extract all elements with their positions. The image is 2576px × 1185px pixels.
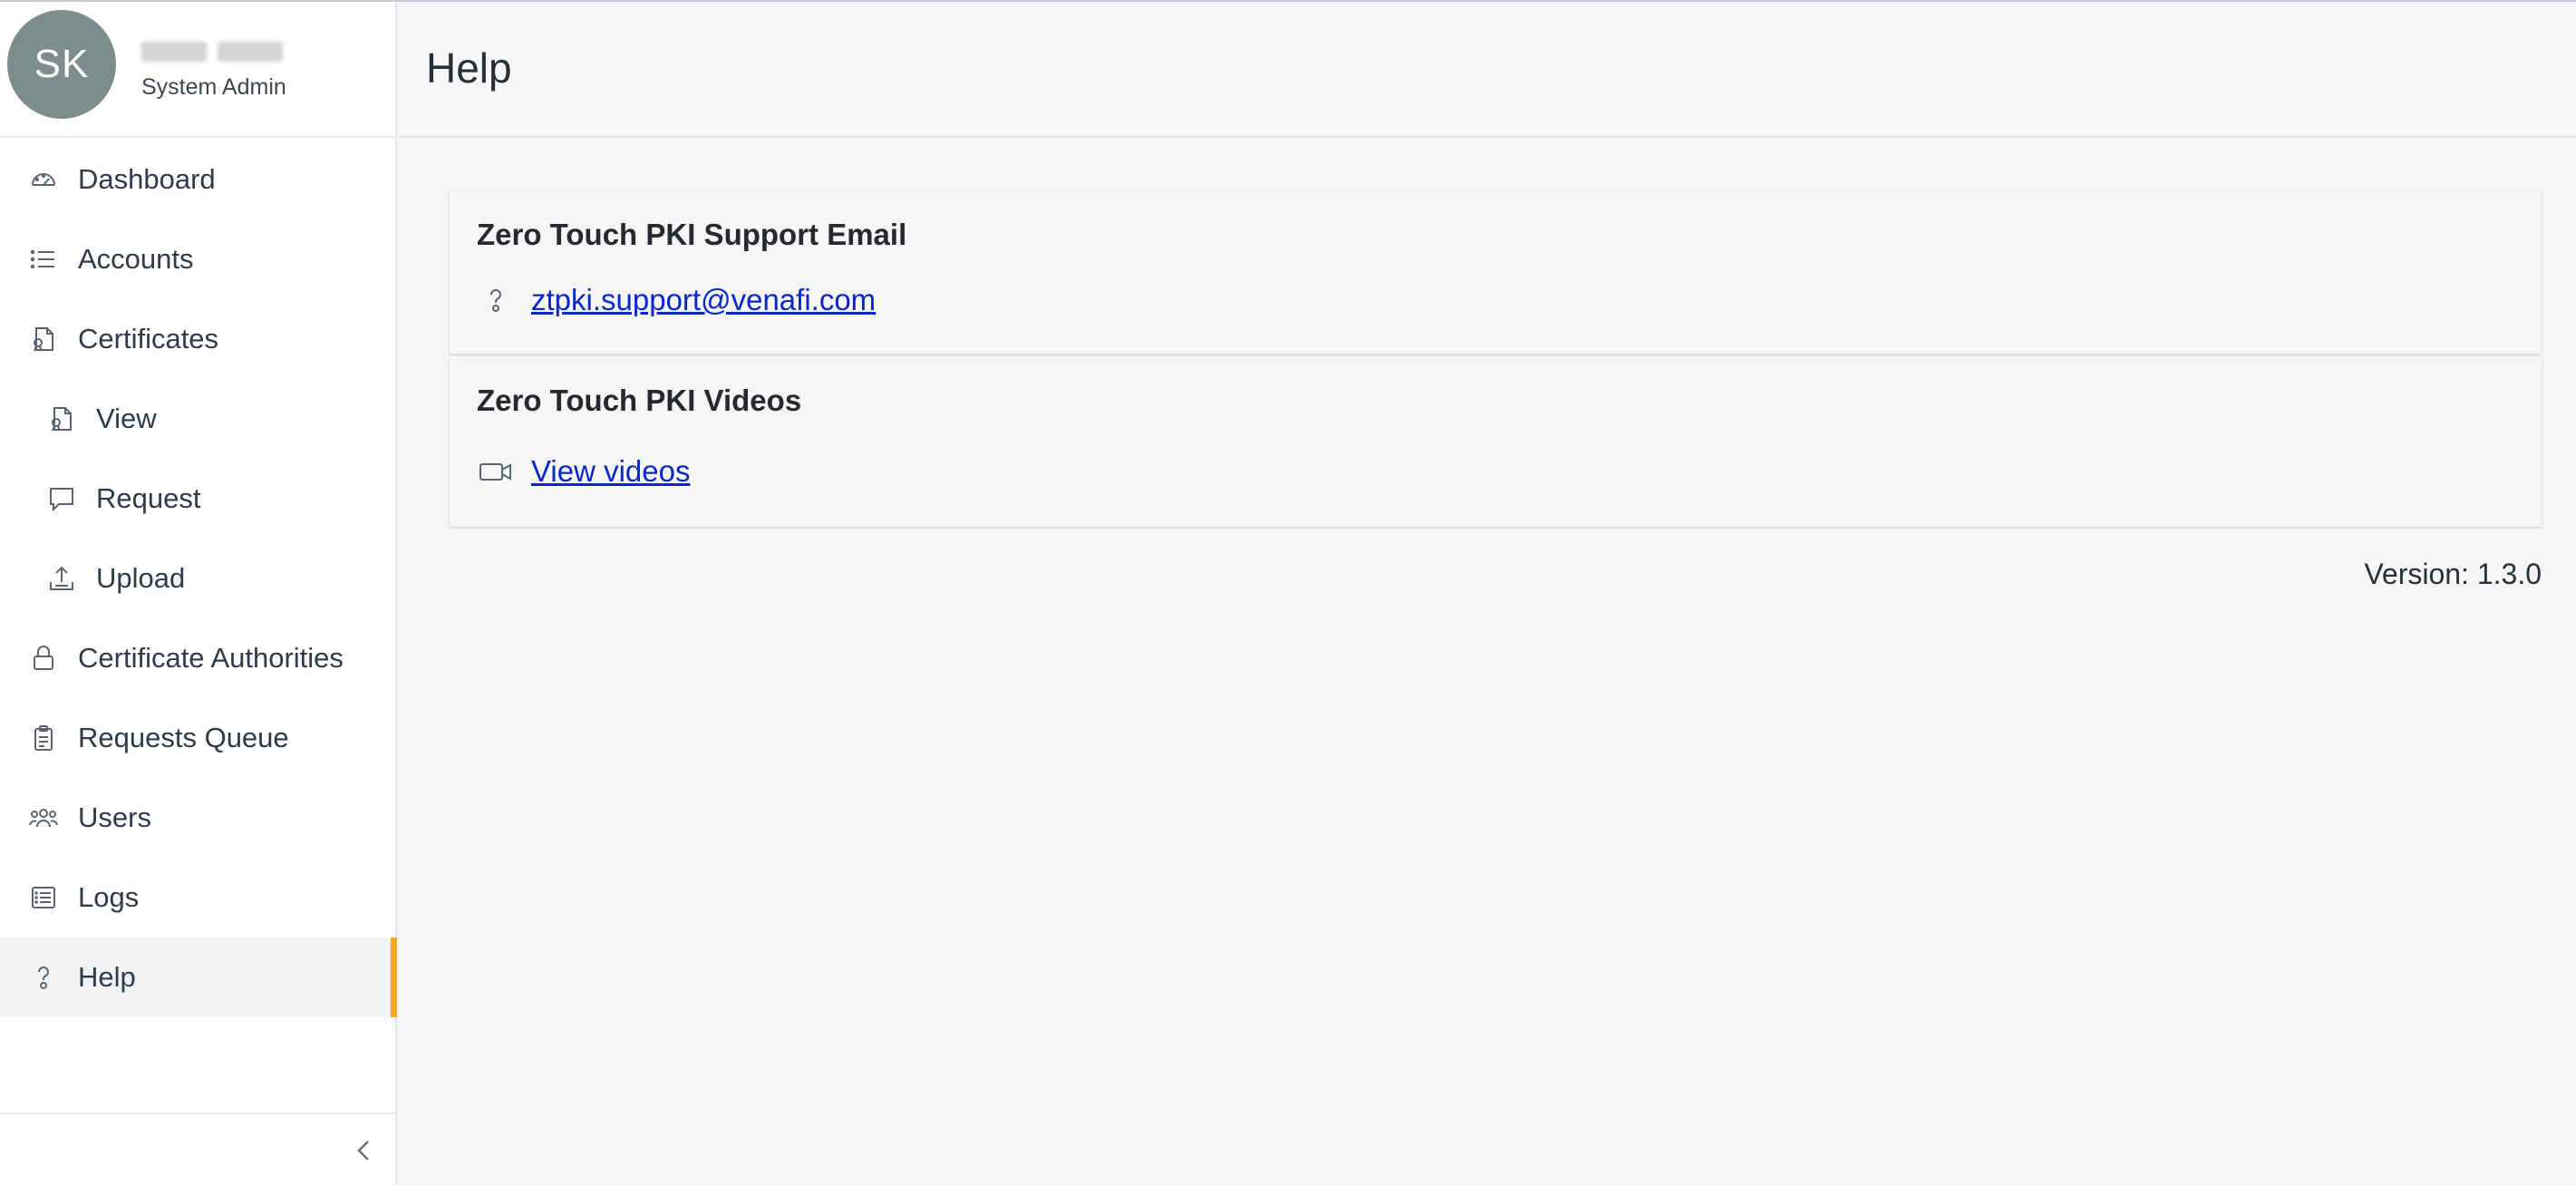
- chevron-left-icon[interactable]: [348, 1134, 381, 1167]
- sidebar-item-label: Upload: [96, 562, 186, 594]
- sidebar-item-label: View: [96, 403, 157, 434]
- video-camera-icon: [477, 452, 515, 491]
- card-title: Zero Touch PKI Support Email: [477, 218, 907, 251]
- help-icon: [477, 281, 515, 319]
- sidebar-item-logs[interactable]: Logs: [0, 858, 395, 937]
- sidebar-item-label: Help: [78, 961, 136, 993]
- support-email-row: ztpki.support@venafi.com: [477, 281, 876, 319]
- version-label: Version: 1.3.0: [2364, 558, 2542, 590]
- lock-icon: [27, 642, 60, 675]
- sidebar-item-upload[interactable]: Upload: [0, 539, 395, 618]
- sidebar-item-users[interactable]: Users: [0, 778, 395, 858]
- help-icon: [27, 961, 60, 994]
- sidebar-item-certificate-authorities[interactable]: Certificate Authorities: [0, 618, 395, 698]
- support-email-card: Zero Touch PKI Support Email ztpki.suppo…: [450, 190, 2542, 354]
- sidebar-item-label: Dashboard: [78, 163, 216, 195]
- sidebar-item-label: Users: [78, 801, 151, 833]
- page-title: Help: [426, 44, 512, 92]
- certificate-view-icon: [45, 403, 78, 435]
- sidebar-nav: Dashboard Accounts Certificates View Req…: [0, 140, 397, 1017]
- sidebar-item-label: Certificates: [78, 323, 219, 355]
- log-list-icon: [27, 881, 60, 914]
- sidebar-footer: [0, 1112, 395, 1185]
- sidebar-item-label: Requests Queue: [78, 722, 289, 753]
- avatar[interactable]: SK: [7, 10, 116, 119]
- videos-row: View videos: [477, 452, 691, 491]
- card-title: Zero Touch PKI Videos: [477, 384, 802, 417]
- user-name-redacted: [141, 40, 286, 63]
- sidebar-item-label: Certificate Authorities: [78, 642, 344, 674]
- support-email-link[interactable]: ztpki.support@venafi.com: [531, 283, 876, 317]
- view-videos-link[interactable]: View videos: [531, 454, 691, 489]
- certificate-icon: [27, 323, 60, 355]
- sidebar-item-certificates[interactable]: Certificates: [0, 299, 395, 379]
- sidebar-item-label: Accounts: [78, 243, 194, 275]
- gauge-icon: [27, 163, 60, 196]
- speech-bubble-icon: [45, 482, 78, 515]
- upload-icon: [45, 562, 78, 595]
- users-icon: [27, 801, 60, 834]
- page-header: Help: [399, 2, 2576, 138]
- sidebar-item-help[interactable]: Help: [0, 937, 397, 1017]
- app-window: SK System Admin Dashboard Accounts Certi…: [0, 0, 2576, 1185]
- sidebar-item-label: Request: [96, 482, 201, 514]
- sidebar-item-accounts[interactable]: Accounts: [0, 219, 395, 299]
- sidebar-item-request[interactable]: Request: [0, 459, 395, 539]
- user-profile: SK System Admin: [0, 2, 395, 138]
- clipboard-icon: [27, 722, 60, 754]
- sidebar-item-dashboard[interactable]: Dashboard: [0, 140, 395, 219]
- videos-card: Zero Touch PKI Videos View videos: [450, 356, 2542, 527]
- sidebar: SK System Admin Dashboard Accounts Certi…: [0, 2, 397, 1185]
- sidebar-item-view[interactable]: View: [0, 379, 395, 459]
- sidebar-item-label: Logs: [78, 881, 140, 913]
- list-icon: [27, 243, 60, 276]
- user-role: System Admin: [141, 74, 286, 100]
- sidebar-item-requests-queue[interactable]: Requests Queue: [0, 698, 395, 778]
